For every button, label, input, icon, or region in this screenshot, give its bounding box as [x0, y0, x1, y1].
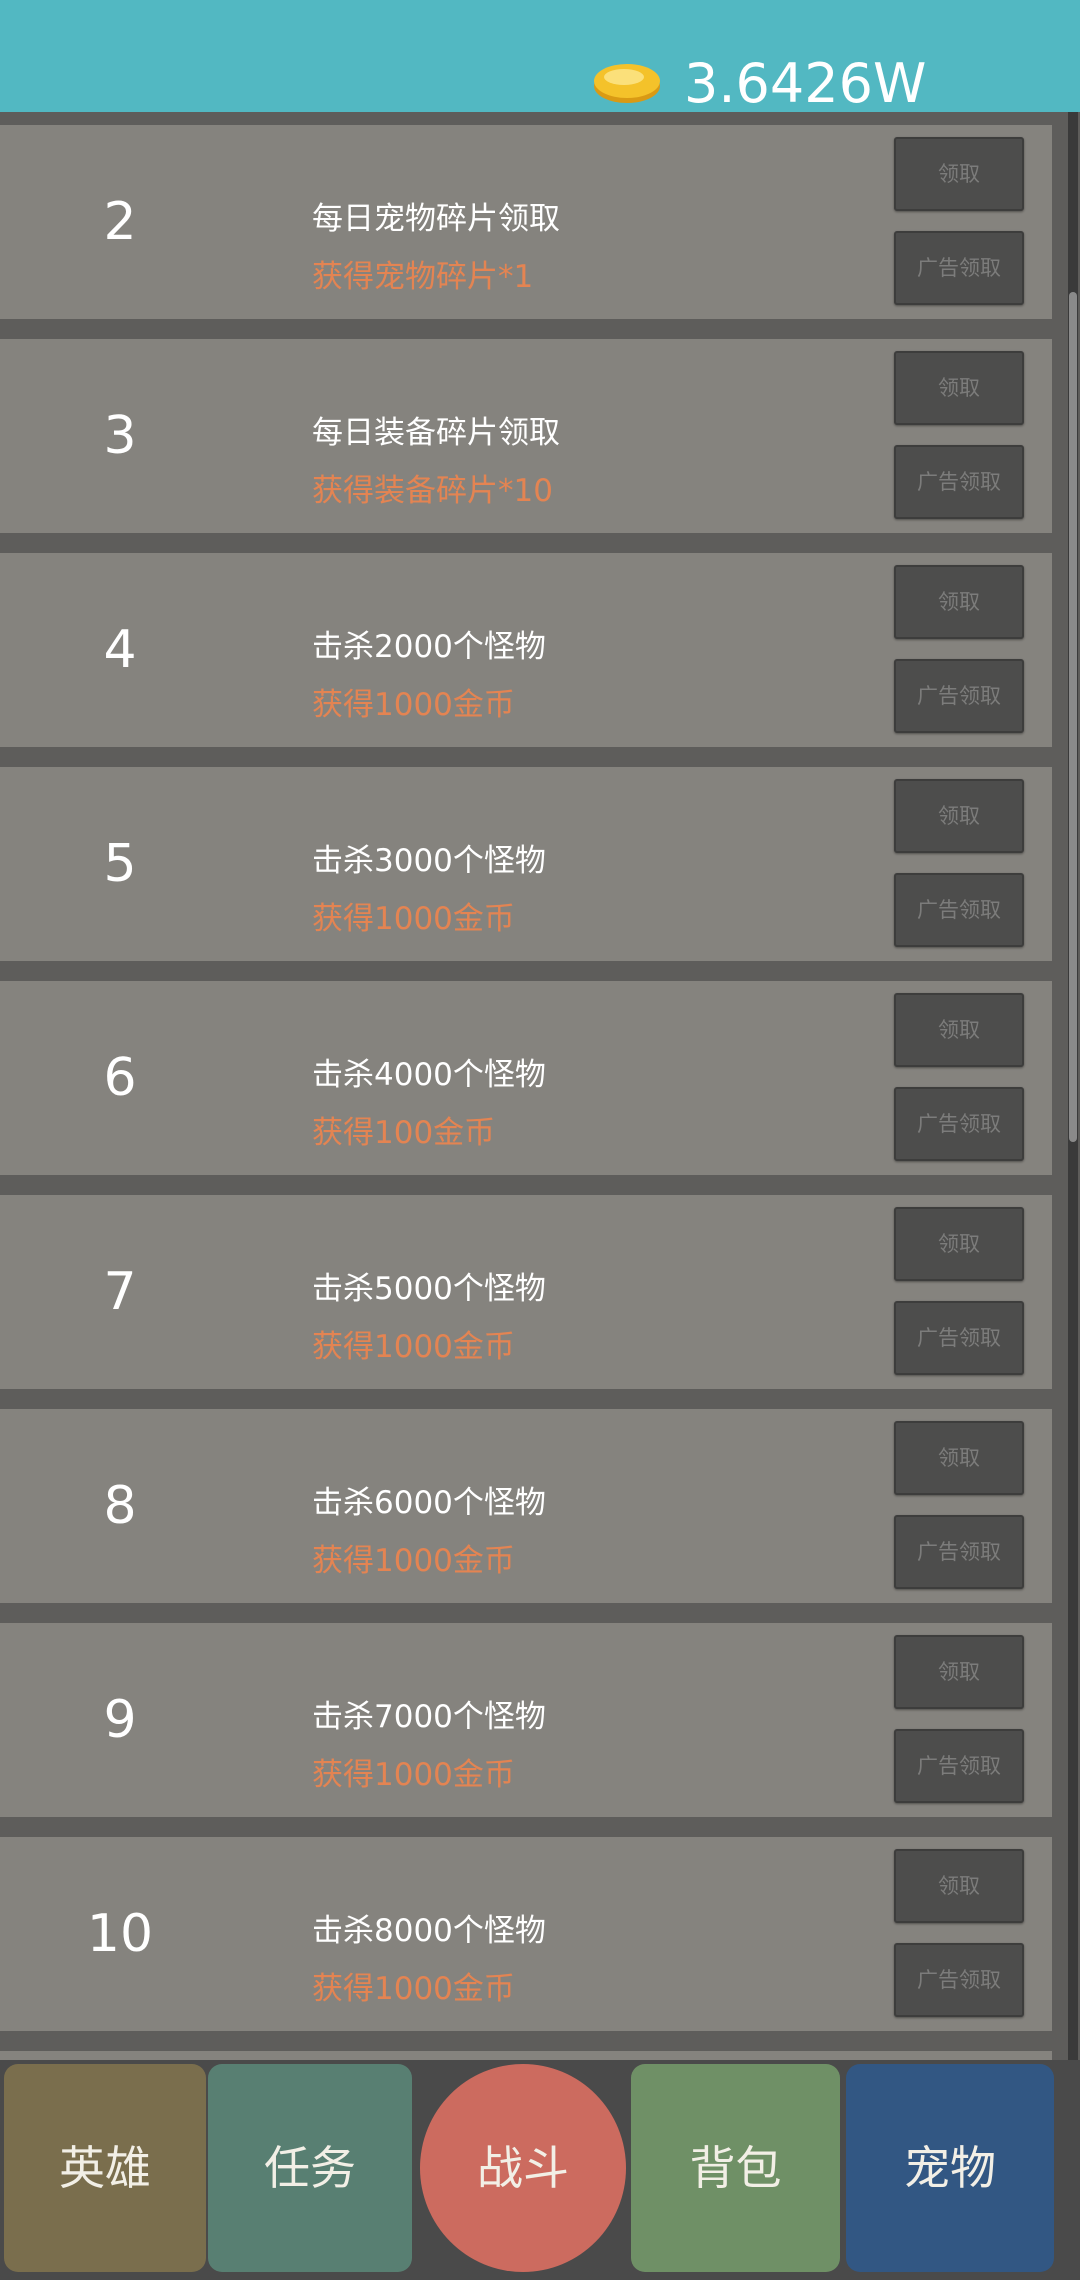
- task-title: 击杀4000个怪物: [312, 1057, 546, 1093]
- ad-claim-button[interactable]: 广告领取: [894, 1943, 1024, 2017]
- task-number: 10: [86, 1904, 154, 1964]
- task-reward: 获得1000金币: [312, 1971, 515, 2007]
- task-reward: 获得1000金币: [312, 687, 515, 723]
- gold-coin-icon: [594, 64, 660, 103]
- task-row: 5 击杀3000个怪物 获得1000金币 领取 广告领取: [0, 767, 1052, 961]
- ad-claim-button[interactable]: 广告领取: [894, 1515, 1024, 1589]
- task-row: 3 每日装备碎片领取 获得装备碎片*10 领取 广告领取: [0, 339, 1052, 533]
- claim-button[interactable]: 领取: [894, 1207, 1024, 1281]
- scrollbar-thumb[interactable]: [1069, 292, 1077, 1142]
- task-title: 击杀3000个怪物: [312, 843, 546, 879]
- nav-bag-button[interactable]: 背包: [631, 2064, 840, 2272]
- task-row: 10 击杀8000个怪物 获得1000金币 领取 广告领取: [0, 1837, 1052, 2031]
- task-title: 每日装备碎片领取: [312, 415, 560, 451]
- task-number: 7: [103, 1262, 137, 1322]
- nav-task-button[interactable]: 任务: [208, 2064, 412, 2272]
- claim-button[interactable]: 领取: [894, 137, 1024, 211]
- task-title: 击杀6000个怪物: [312, 1485, 546, 1521]
- task-number: 3: [103, 406, 137, 466]
- coin-amount: 3.6426W: [684, 52, 927, 115]
- task-row: 8 击杀6000个怪物 获得1000金币 领取 广告领取: [0, 1409, 1052, 1603]
- task-reward: 获得1000金币: [312, 1329, 515, 1365]
- ad-claim-button[interactable]: 广告领取: [894, 231, 1024, 305]
- task-row: 4 击杀2000个怪物 获得1000金币 领取 广告领取: [0, 553, 1052, 747]
- task-row-partial: [0, 2051, 1052, 2060]
- task-title: 击杀8000个怪物: [312, 1913, 546, 1949]
- claim-button[interactable]: 领取: [894, 565, 1024, 639]
- task-number: 6: [103, 1048, 137, 1108]
- task-reward: 获得1000金币: [312, 1543, 515, 1579]
- claim-button[interactable]: 领取: [894, 351, 1024, 425]
- task-number: 5: [103, 834, 137, 894]
- task-number: 9: [103, 1690, 137, 1750]
- claim-button[interactable]: 领取: [894, 993, 1024, 1067]
- task-row: 7 击杀5000个怪物 获得1000金币 领取 广告领取: [0, 1195, 1052, 1389]
- ad-claim-button[interactable]: 广告领取: [894, 1301, 1024, 1375]
- top-bar: 3.6426W: [0, 0, 1080, 115]
- ad-claim-button[interactable]: 广告领取: [894, 873, 1024, 947]
- task-reward: 获得宠物碎片*1: [312, 259, 534, 295]
- task-title: 击杀5000个怪物: [312, 1271, 546, 1307]
- task-row: 6 击杀4000个怪物 获得100金币 领取 广告领取: [0, 981, 1052, 1175]
- claim-button[interactable]: 领取: [894, 1849, 1024, 1923]
- nav-pet-button[interactable]: 宠物: [846, 2064, 1054, 2272]
- task-title: 击杀7000个怪物: [312, 1699, 546, 1735]
- claim-button[interactable]: 领取: [894, 779, 1024, 853]
- task-title: 每日宠物碎片领取: [312, 201, 560, 237]
- task-reward: 获得100金币: [312, 1115, 496, 1151]
- claim-button[interactable]: 领取: [894, 1635, 1024, 1709]
- task-title: 击杀2000个怪物: [312, 629, 546, 665]
- task-row: 9 击杀7000个怪物 获得1000金币 领取 广告领取: [0, 1623, 1052, 1817]
- task-number: 8: [103, 1476, 137, 1536]
- task-row: 2 每日宠物碎片领取 获得宠物碎片*1 领取 广告领取: [0, 125, 1052, 319]
- ad-claim-button[interactable]: 广告领取: [894, 1729, 1024, 1803]
- ad-claim-button[interactable]: 广告领取: [894, 1087, 1024, 1161]
- task-number: 2: [103, 192, 137, 252]
- task-reward: 获得装备碎片*10: [312, 473, 553, 509]
- task-reward: 获得1000金币: [312, 901, 515, 937]
- task-list[interactable]: 2 每日宠物碎片领取 获得宠物碎片*1 领取 广告领取 3 每日装备碎片领取 获…: [0, 112, 1080, 2060]
- claim-button[interactable]: 领取: [894, 1421, 1024, 1495]
- nav-hero-button[interactable]: 英雄: [4, 2064, 206, 2272]
- task-number: 4: [103, 620, 137, 680]
- task-reward: 获得1000金币: [312, 1757, 515, 1793]
- ad-claim-button[interactable]: 广告领取: [894, 659, 1024, 733]
- ad-claim-button[interactable]: 广告领取: [894, 445, 1024, 519]
- nav-battle-button[interactable]: 战斗: [420, 2064, 626, 2272]
